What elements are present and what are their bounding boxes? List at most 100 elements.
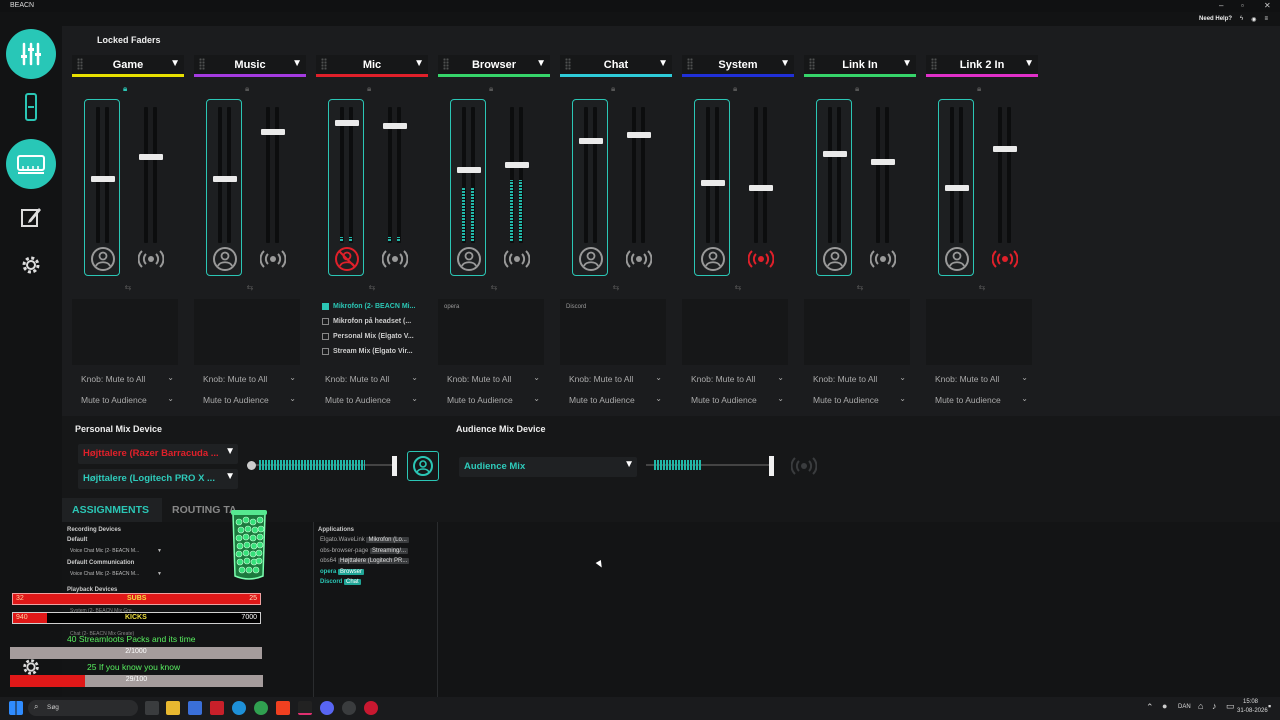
headphone-monitor-icon[interactable] [333, 245, 361, 273]
fader-handle[interactable] [383, 123, 407, 129]
lock-icon[interactable]: 🔒︎ [977, 84, 981, 94]
application-row[interactable]: obs-browser-page Streaming/... [320, 547, 409, 554]
file-explorer-icon[interactable] [166, 701, 180, 715]
knob-action-select[interactable]: Knob: Mute to All ⌄ [932, 371, 1032, 387]
knob-action-select[interactable]: Knob: Mute to All ⌄ [322, 371, 422, 387]
nav-settings-button[interactable] [6, 240, 56, 290]
channel-header[interactable]: Music ▼ [194, 55, 306, 77]
personal-device-select-1[interactable]: Højttalere (Razer Barracuda ... ▼ [78, 444, 238, 464]
mic-device-item[interactable]: Mikrofon (2- BEACN Mi... [316, 299, 428, 314]
personal-fader[interactable] [328, 99, 364, 276]
broadcast-icon[interactable] [503, 245, 531, 273]
application-row[interactable]: opera Browser [320, 568, 365, 575]
nav-edit-button[interactable] [6, 192, 56, 242]
link-icon[interactable]: ⇆ [244, 283, 256, 292]
audience-fader[interactable] [498, 99, 534, 276]
link-icon[interactable]: ⇆ [976, 283, 988, 292]
opera-icon[interactable] [210, 701, 224, 715]
headphone-monitor-icon[interactable] [455, 245, 483, 273]
mic-device-item[interactable]: Stream Mix (Elgato Vir... [316, 344, 428, 359]
broadcast-icon[interactable] [381, 245, 409, 273]
mic-device-item[interactable]: Mikrofon på headset (... [316, 314, 428, 329]
chevron-down-icon[interactable]: ▼ [170, 58, 180, 69]
headphone-monitor-icon[interactable] [699, 245, 727, 273]
bolt-icon[interactable]: ϟ [1240, 16, 1243, 22]
mute-action-select[interactable]: Mute to Audience ⌄ [932, 392, 1032, 408]
headphone-monitor-icon[interactable] [577, 245, 605, 273]
discord-taskbar-icon[interactable] [320, 701, 334, 715]
headphone-monitor-icon[interactable] [211, 245, 239, 273]
application-target-chip[interactable]: Højttalere (Logitech PR... [338, 558, 410, 564]
channel-header[interactable]: System ▼ [682, 55, 794, 77]
minimize-icon[interactable]: – [1219, 1, 1223, 10]
slider-knob[interactable] [392, 456, 397, 476]
app-taskbar-icon[interactable] [364, 701, 378, 715]
mic-device-item[interactable]: Personal Mix (Elgato V... [316, 329, 428, 344]
audience-fader[interactable] [742, 99, 778, 276]
broadcast-icon[interactable] [991, 245, 1019, 273]
audience-fader[interactable] [864, 99, 900, 276]
link-icon[interactable]: ⇆ [732, 283, 744, 292]
headphone-monitor-icon[interactable] [89, 245, 117, 273]
fader-handle[interactable] [335, 120, 359, 126]
fader-handle[interactable] [627, 132, 651, 138]
mute-action-select[interactable]: Mute to Audience ⌄ [78, 392, 178, 408]
mute-action-select[interactable]: Mute to Audience ⌄ [566, 392, 666, 408]
mute-action-select[interactable]: Mute to Audience ⌄ [444, 392, 544, 408]
chevron-down-icon[interactable]: ▼ [780, 58, 790, 69]
audience-fader[interactable] [376, 99, 412, 276]
broadcast-icon[interactable] [625, 245, 653, 273]
edge-icon[interactable] [232, 701, 246, 715]
chevron-down-icon[interactable]: ▼ [902, 58, 912, 69]
chevron-down-icon[interactable]: ▼ [292, 58, 302, 69]
menu-icon[interactable]: ≡ [1264, 16, 1268, 22]
battery-icon[interactable]: ▭ [1226, 701, 1235, 712]
link-icon[interactable]: ⇆ [122, 283, 134, 292]
audience-fader[interactable] [132, 99, 168, 276]
application-row[interactable]: obs64 Højttalere (Logitech PR... [320, 558, 410, 564]
knob-action-select[interactable]: Knob: Mute to All ⌄ [444, 371, 544, 387]
personal-fader[interactable] [694, 99, 730, 276]
notification-icon[interactable]: ▪ [1268, 701, 1271, 711]
fader-handle[interactable] [261, 129, 285, 135]
knob-action-select[interactable]: Knob: Mute to All ⌄ [200, 371, 300, 387]
discord-icon[interactable]: ◉ [1251, 16, 1256, 23]
chevron-down-icon[interactable]: ▼ [1024, 58, 1034, 69]
audience-fader[interactable] [254, 99, 290, 276]
audience-fader[interactable] [620, 99, 656, 276]
channel-header[interactable]: Link In ▼ [804, 55, 916, 77]
clock-time[interactable]: 15:08 [1243, 699, 1258, 705]
mute-action-select[interactable]: Mute to Audience ⌄ [688, 392, 788, 408]
channel-header[interactable]: Game ▼ [72, 55, 184, 77]
lock-icon[interactable]: 🔒︎ [611, 84, 615, 94]
default-device-select[interactable]: Voice Chat Mic (2- BEACN M... ▼ [70, 548, 165, 554]
nav-mixer-button[interactable] [6, 29, 56, 79]
windows-start-icon[interactable] [9, 701, 23, 715]
nav-mix-button[interactable] [6, 139, 56, 189]
link-icon[interactable]: ⇆ [854, 283, 866, 292]
beacn-taskbar-icon[interactable] [298, 701, 312, 715]
fader-handle[interactable] [701, 180, 725, 186]
audience-fader[interactable] [986, 99, 1022, 276]
obs-icon[interactable] [342, 701, 356, 715]
audience-device-select[interactable]: Audience Mix ▼ [459, 457, 637, 477]
channel-header[interactable]: Chat ▼ [560, 55, 672, 77]
fader-handle[interactable] [749, 185, 773, 191]
channel-header[interactable]: Browser ▼ [438, 55, 550, 77]
personal-fader[interactable] [206, 99, 242, 276]
knob-action-select[interactable]: Knob: Mute to All ⌄ [78, 371, 178, 387]
fader-handle[interactable] [993, 146, 1017, 152]
mute-action-select[interactable]: Mute to Audience ⌄ [200, 392, 300, 408]
chevron-down-icon[interactable]: ▼ [414, 58, 424, 69]
application-row[interactable]: Discord Chat [320, 579, 361, 585]
broadcast-icon[interactable] [869, 245, 897, 273]
personal-fader[interactable] [938, 99, 974, 276]
application-row[interactable]: Elgato.WaveLink Mikrofon (Lo... [320, 537, 409, 543]
application-target-chip[interactable]: Streaming/... [370, 547, 409, 554]
fader-handle[interactable] [945, 185, 969, 191]
communication-device-select[interactable]: Voice Chat Mic (2- BEACN M... ▼ [70, 571, 165, 577]
application-target-chip[interactable]: Mikrofon (Lo... [366, 537, 409, 543]
clock-date[interactable]: 31-08-2026 [1237, 708, 1268, 714]
store-icon[interactable] [188, 701, 202, 715]
chevron-down-icon[interactable]: ▼ [658, 58, 668, 69]
